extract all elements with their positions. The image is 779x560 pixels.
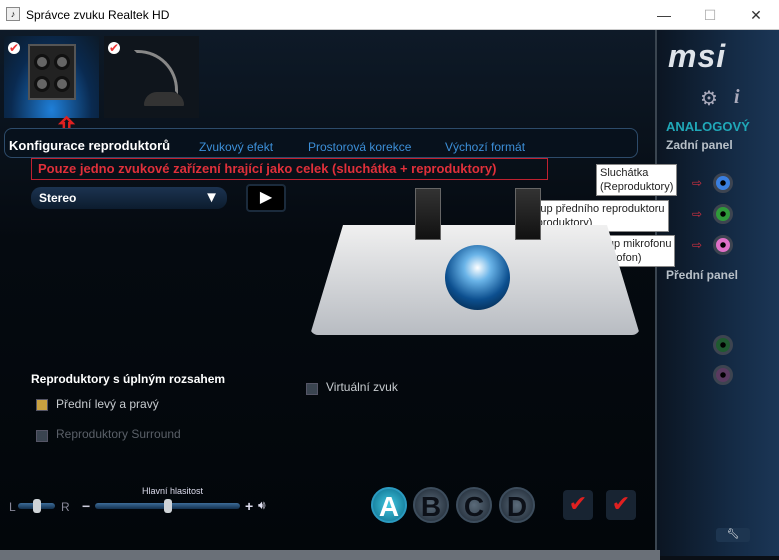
close-button[interactable]: ✕ [733,0,779,30]
play-test-button[interactable]: ▶ [246,184,286,212]
wrench-icon[interactable]: 🔧︎ [716,528,750,542]
profile-d-button[interactable]: D [499,487,535,523]
arrow-icon: ⇨ [692,176,703,190]
select-value: Stereo [39,191,77,205]
front-lr-label: Přední levý a pravý [56,397,159,411]
tab-default-format[interactable]: Výchozí formát [445,140,525,154]
profile-b-button[interactable]: B [413,487,449,523]
msi-logo: msi [668,38,727,74]
balance-right-label: R [61,500,70,514]
tab-room-correction[interactable]: Prostorová korekce [308,140,411,154]
title-bar: ♪ Správce zvuku Realtek HD — ☐ ✕ [0,0,779,30]
window-title: Správce zvuku Realtek HD [26,8,170,22]
settings-gear-icon[interactable]: ⚙ [700,86,718,111]
surround-label: Reproduktory Surround [56,427,181,441]
surround-checkbox[interactable] [36,430,48,442]
tooltip-headphones: Sluchátka (Reproduktory) [596,164,678,196]
volume-minus[interactable]: − [82,498,90,514]
jack-front-speaker-out[interactable] [713,204,733,224]
tab-speaker-config[interactable]: Konfigurace reproduktorů [9,138,170,153]
analog-heading: ANALOGOVÝ [666,119,750,134]
full-range-heading: Reproduktory s úplným rozsahem [31,372,226,386]
virtual-sound-label: Virtuální zvuk [326,380,398,394]
rear-panel-label: Zadní panel [666,138,733,152]
enable-check-icon[interactable]: ✔ [563,490,593,520]
maximize-button[interactable]: ☐ [687,0,733,30]
bottom-border [0,550,660,560]
balance-left-label: L [9,500,16,514]
check-icon: ✔ [108,41,120,55]
tooltip-sub: (Reproduktory) [600,181,674,193]
profile-c-button[interactable]: C [456,487,492,523]
device-tab-microphone[interactable]: ✔ [104,36,199,118]
reset-check-icon[interactable]: ✔ [606,490,636,520]
app-icon: ♪ [6,7,20,21]
arrow-icon: ⇨ [692,207,703,221]
front-jack-green[interactable] [713,335,733,355]
volume-thumb[interactable] [163,499,172,513]
check-icon: ✔ [8,41,20,55]
right-speaker-icon[interactable] [515,188,541,240]
jack-headphones[interactable] [713,173,733,193]
front-jack-pink[interactable] [713,365,733,385]
volume-plus[interactable]: + [245,498,253,514]
arrow-icon: ⇨ [692,238,703,252]
volume-label: Hlavní hlasitost [142,486,204,496]
listener-sphere [445,245,510,310]
front-lr-checkbox[interactable] [36,399,48,411]
microphone-icon [134,50,178,94]
virtual-sound-checkbox[interactable] [306,383,318,395]
left-speaker-icon[interactable] [415,188,441,240]
tab-sound-effect[interactable]: Zvukový efekt [199,140,273,154]
chevron-down-icon: ▼ [204,189,219,206]
device-tab-speakers[interactable]: ✔ ⇧ [4,36,99,146]
annotation-note: Pouze jedno zvukové zařízení hrající jak… [31,158,548,180]
speaker-config-select[interactable]: Stereo ▼ [31,187,227,209]
balance-thumb[interactable] [32,499,41,513]
tooltip-label: Sluchátka [600,167,649,179]
profile-a-button[interactable]: A [371,487,407,523]
speaker-volume-icon[interactable]: 🔊︎ [258,498,266,513]
front-panel-label: Přední panel [666,268,739,282]
speakers-icon [28,44,76,100]
info-icon[interactable]: i [734,86,740,109]
minimize-button[interactable]: — [641,0,687,30]
jack-mic-in[interactable] [713,235,733,255]
